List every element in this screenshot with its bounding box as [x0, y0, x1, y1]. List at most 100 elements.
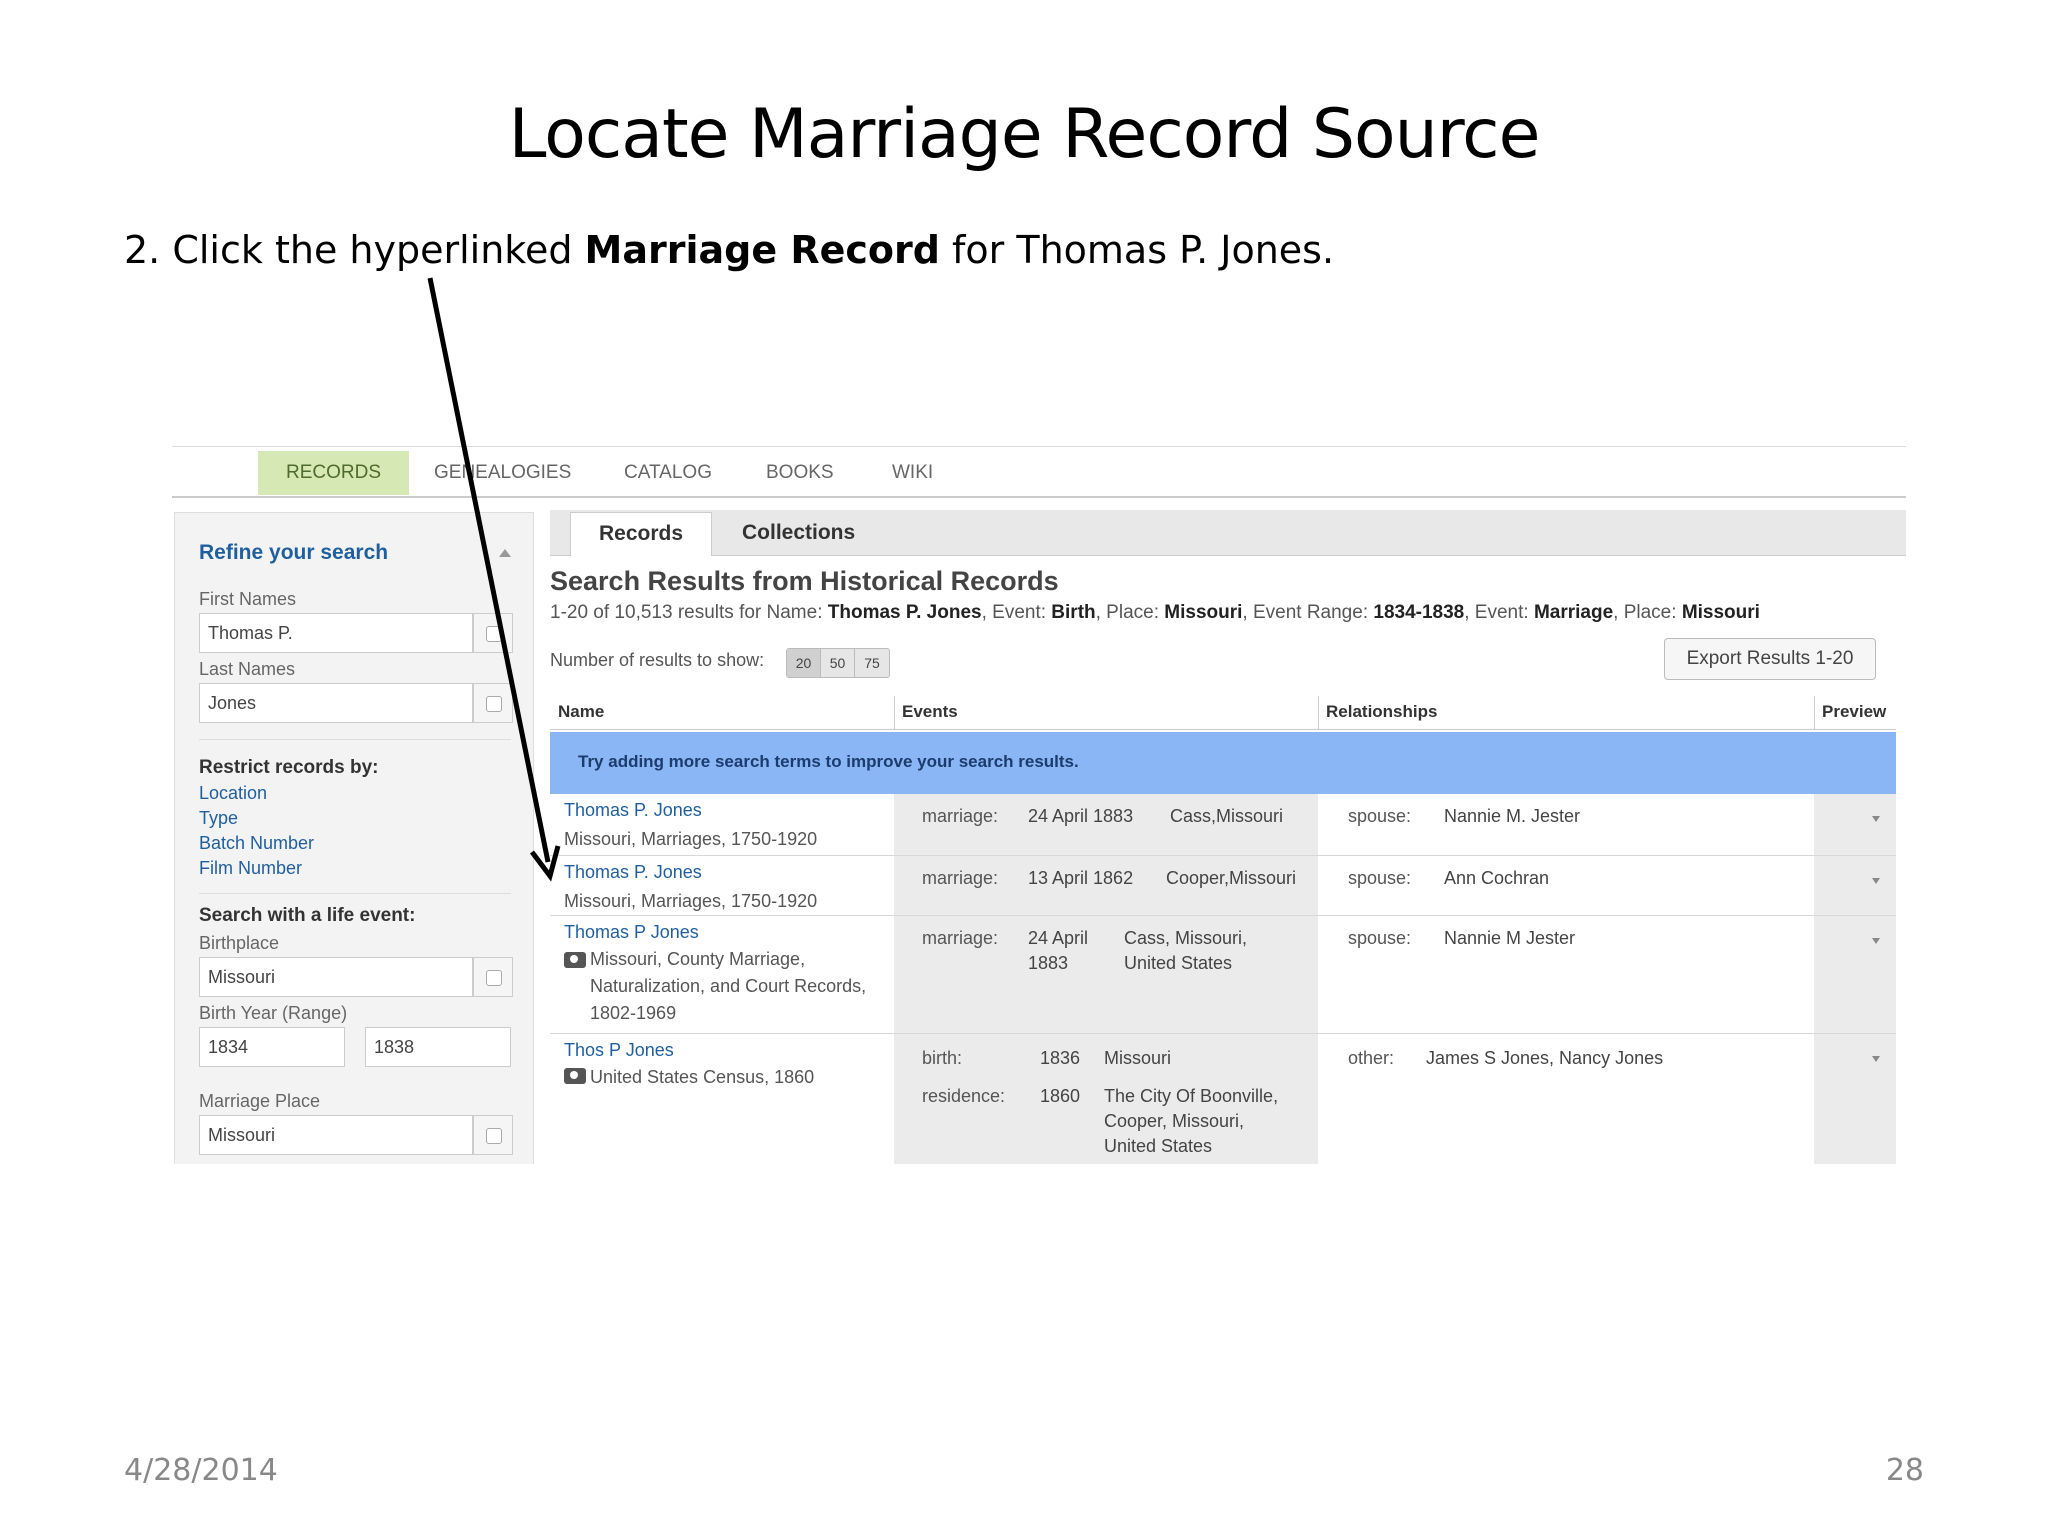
- first-names-input[interactable]: Thomas P.: [199, 613, 473, 653]
- collapse-caret-icon[interactable]: [499, 549, 511, 557]
- sidebar-divider: [199, 893, 511, 894]
- birth-year-to-input[interactable]: 1838: [365, 1027, 511, 1067]
- instruction-post: for Thomas P. Jones.: [939, 228, 1335, 272]
- search-tip-text: Try adding more search terms to improve …: [578, 752, 1079, 771]
- refine-search-title[interactable]: Refine your search: [199, 541, 388, 565]
- slide-title: Locate Marriage Record Source: [508, 95, 1541, 174]
- instruction-bold: Marriage Record: [584, 228, 940, 272]
- event-place: Cooper,Missouri: [1166, 868, 1297, 888]
- life-event-heading: Search with a life event:: [199, 905, 416, 926]
- column-header-events[interactable]: Events: [902, 702, 958, 722]
- nav-tab-wiki[interactable]: WIKI: [892, 451, 933, 495]
- summary-name: Thomas P. Jones: [827, 602, 982, 623]
- table-header: Name Events Relationships Preview: [550, 696, 1896, 730]
- first-names-exact-checkbox[interactable]: [473, 613, 513, 653]
- last-names-label: Last Names: [199, 659, 296, 679]
- slide-page-number: 28: [1885, 1453, 1924, 1488]
- event-date: 24 April 1883: [1028, 806, 1134, 826]
- last-names-input[interactable]: Jones: [199, 683, 473, 723]
- table-row: Thos P Jones United States Census, 1860 …: [550, 1034, 1896, 1164]
- record-name-link[interactable]: Thos P Jones: [564, 1040, 674, 1061]
- camera-icon: [564, 1068, 586, 1084]
- relationship-value: Ann Cochran: [1444, 868, 1550, 888]
- preview-expand-icon[interactable]: [1872, 1056, 1880, 1062]
- instruction-text: 2. Click the hyperlinked Marriage Record…: [124, 228, 1334, 272]
- refine-search-sidebar: Refine your search First Names Thomas P.…: [174, 512, 534, 1164]
- num-results-label: Number of results to show:: [550, 650, 765, 670]
- summary-place1: Missouri: [1164, 602, 1243, 623]
- first-names-label: First Names: [199, 589, 297, 609]
- summary-event1-label: , Event:: [981, 602, 1052, 623]
- restrict-location-link[interactable]: Location: [199, 783, 267, 804]
- column-separator: [894, 696, 895, 730]
- nav-tab-books[interactable]: BOOKS: [766, 451, 834, 495]
- column-header-relationships[interactable]: Relationships: [1326, 702, 1437, 722]
- last-names-exact-checkbox[interactable]: [473, 683, 513, 723]
- event-date-line: 24 April: [1028, 928, 1089, 948]
- event-type: residence:: [922, 1086, 1006, 1106]
- record-name-link[interactable]: Thomas P. Jones: [564, 862, 702, 883]
- event-date-line: 1883: [1028, 953, 1069, 973]
- summary-range-label: , Event Range:: [1242, 602, 1374, 623]
- column-header-preview[interactable]: Preview: [1822, 702, 1886, 722]
- event-date: 13 April 1862: [1028, 868, 1134, 888]
- relationship-type: spouse:: [1348, 806, 1412, 826]
- birthplace-input[interactable]: Missouri: [199, 957, 473, 997]
- num-results-50[interactable]: 50: [821, 649, 855, 677]
- event-date: 1836: [1040, 1048, 1081, 1068]
- restrict-type-link[interactable]: Type: [199, 808, 238, 829]
- nav-tab-records[interactable]: RECORDS: [258, 451, 410, 495]
- event-type: birth:: [922, 1048, 963, 1068]
- instruction-pre: 2. Click the hyperlinked: [124, 228, 585, 272]
- event-date: 1860: [1040, 1086, 1081, 1106]
- preview-expand-icon[interactable]: [1872, 938, 1880, 944]
- summary-place2: Missouri: [1681, 602, 1760, 623]
- slide-date: 4/28/2014: [124, 1453, 278, 1488]
- event-place-line: Cass, Missouri,: [1124, 928, 1248, 948]
- birthplace-label: Birthplace: [199, 933, 280, 953]
- results-tabbar: Records Collections: [550, 510, 1906, 556]
- record-collection: Missouri, Marriages, 1750-1920: [564, 829, 818, 849]
- marriage-place-label: Marriage Place: [199, 1091, 321, 1111]
- results-panel: Records Collections Search Results from …: [550, 510, 1906, 1164]
- restrict-film-number-link[interactable]: Film Number: [199, 858, 302, 879]
- marriage-place-input[interactable]: Missouri: [199, 1115, 473, 1155]
- tab-collections[interactable]: Collections: [742, 512, 855, 556]
- event-place-line: United States: [1124, 953, 1233, 973]
- nav-tab-genealogies[interactable]: GENEALOGIES: [434, 451, 571, 495]
- event-place: Missouri: [1104, 1048, 1172, 1068]
- preview-expand-icon[interactable]: [1872, 816, 1880, 822]
- column-header-name[interactable]: Name: [558, 702, 604, 722]
- birth-year-from-input[interactable]: 1834: [199, 1027, 345, 1067]
- birthplace-exact-checkbox[interactable]: [473, 957, 513, 997]
- summary-place1-label: , Place:: [1095, 602, 1165, 623]
- marriage-place-exact-checkbox[interactable]: [473, 1115, 513, 1155]
- relationship-value: Nannie M Jester: [1444, 928, 1576, 948]
- relationship-type: spouse:: [1348, 868, 1412, 888]
- relationship-type: other:: [1348, 1048, 1395, 1068]
- record-name-link[interactable]: Thomas P Jones: [564, 922, 699, 943]
- summary-place2-label: , Place:: [1613, 602, 1682, 623]
- column-separator: [1318, 696, 1319, 730]
- record-collection-line: Missouri, County Marriage,: [590, 949, 806, 969]
- restrict-records-heading: Restrict records by:: [199, 757, 379, 778]
- nav-tab-catalog[interactable]: CATALOG: [624, 451, 712, 495]
- birth-year-label: Birth Year (Range): [199, 1003, 348, 1023]
- num-results-75[interactable]: 75: [855, 649, 889, 677]
- num-results-20[interactable]: 20: [787, 649, 821, 677]
- num-results-selector: 20 50 75: [786, 648, 890, 678]
- record-name-link[interactable]: Thomas P. Jones: [564, 800, 702, 821]
- summary-event2-label: , Event:: [1464, 602, 1534, 623]
- restrict-batch-number-link[interactable]: Batch Number: [199, 833, 314, 854]
- export-results-button[interactable]: Export Results 1-20: [1664, 638, 1876, 680]
- record-collection-line: 1802-1969: [590, 1003, 677, 1023]
- record-collection-line: Naturalization, and Court Records,: [590, 976, 867, 996]
- familysearch-screenshot: RECORDS GENEALOGIES CATALOG BOOKS WIKI R…: [172, 446, 1906, 1164]
- summary-range: 1834-1838: [1373, 602, 1465, 623]
- relationship-type: spouse:: [1348, 928, 1412, 948]
- event-place-line: The City Of Boonville,: [1104, 1086, 1279, 1106]
- record-collection: Missouri, Marriages, 1750-1920: [564, 891, 818, 911]
- preview-expand-icon[interactable]: [1872, 878, 1880, 884]
- summary-event2: Marriage: [1533, 602, 1614, 623]
- tab-records[interactable]: Records: [570, 512, 713, 556]
